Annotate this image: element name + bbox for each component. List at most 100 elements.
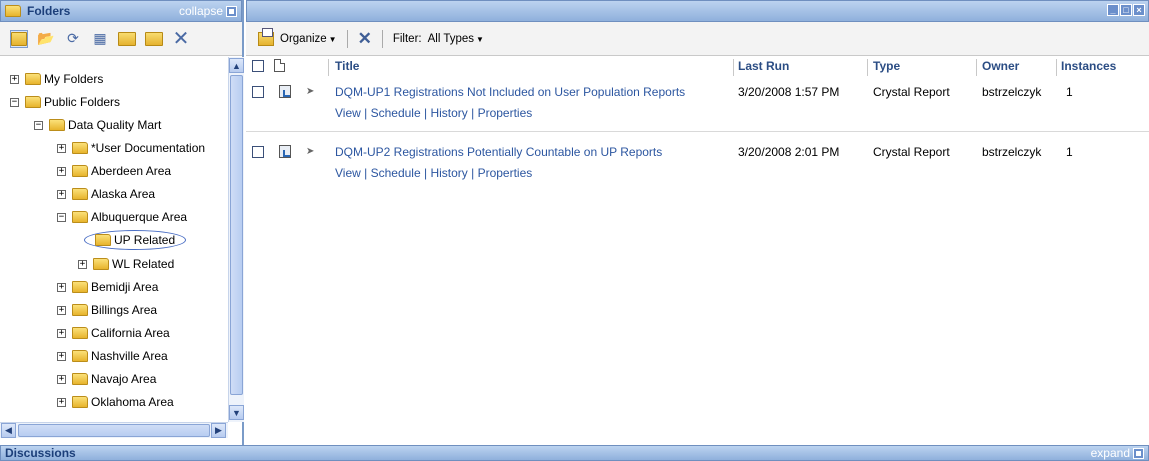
folder-icon (72, 373, 88, 385)
tree-vertical-scrollbar[interactable]: ▲ ▼ (228, 57, 244, 422)
history-link[interactable]: History (430, 166, 467, 180)
folder-icon (25, 73, 41, 85)
tree-node-alaska-area[interactable]: + Alaska Area (57, 184, 155, 204)
expand-icon[interactable]: + (57, 351, 66, 361)
collapse-node-icon[interactable]: − (34, 120, 43, 130)
expand-icon[interactable]: + (57, 374, 66, 384)
column-instances[interactable]: Instances (1061, 59, 1116, 73)
column-type[interactable]: Type (873, 59, 900, 73)
properties-link[interactable]: Properties (478, 166, 533, 180)
schedule-link[interactable]: Schedule (371, 106, 421, 120)
filter-dropdown[interactable]: All Types ▼ (428, 33, 484, 45)
expand-arrow-icon[interactable]: ➤ (306, 146, 314, 157)
organize-menu[interactable]: Organize ▼ (280, 33, 337, 45)
scroll-down-icon[interactable]: ▼ (229, 405, 244, 420)
folder-icon (95, 234, 111, 246)
collapse-icon (226, 5, 237, 17)
chevron-down-icon: ▼ (476, 34, 484, 44)
table-row: ➤ DQM-UP2 Registrations Potentially Coun… (246, 144, 1149, 184)
report-title-link[interactable]: DQM-UP2 Registrations Potentially Counta… (335, 145, 662, 159)
tree-node-wl-related[interactable]: + WL Related (78, 254, 174, 274)
move-folder-icon[interactable] (118, 30, 136, 48)
tree-node-california-area[interactable]: + California Area (57, 323, 170, 343)
crystal-report-icon (279, 145, 291, 158)
row-divider (246, 131, 1149, 132)
scroll-left-icon[interactable]: ◀ (1, 423, 16, 438)
folder-icon (72, 350, 88, 362)
scroll-thumb[interactable] (18, 424, 210, 437)
column-owner[interactable]: Owner (982, 59, 1019, 73)
folders-toolbar: 📂 ⟳ ▦ ✕ (0, 22, 242, 56)
crystal-report-icon (279, 85, 291, 98)
tree-node-my-folders[interactable]: + My Folders (10, 69, 103, 89)
collapse-node-icon[interactable]: − (10, 97, 19, 107)
properties-link[interactable]: Properties (478, 106, 533, 120)
expand-icon[interactable]: + (57, 328, 66, 338)
tree-node-navajo-area[interactable]: + Navajo Area (57, 369, 156, 389)
refresh-icon[interactable]: ⟳ (64, 30, 82, 48)
expand-icon[interactable]: + (57, 305, 66, 315)
scroll-thumb[interactable] (230, 75, 243, 395)
document-list-panel: _ □ × Organize ▼ ✕ Filter: All Types ▼ Tit… (246, 0, 1149, 445)
tree-node-billings-area[interactable]: + Billings Area (57, 300, 157, 320)
view-link[interactable]: View (335, 106, 361, 120)
folder-icon (72, 281, 88, 293)
filter-label: Filter: (392, 32, 422, 45)
restore-icon[interactable]: □ (1120, 4, 1132, 16)
row-actions: View | Schedule | History | Properties (335, 166, 533, 180)
expand-icon[interactable]: + (57, 166, 66, 176)
tree-node-up-related[interactable]: UP Related (84, 230, 187, 250)
column-title[interactable]: Title (335, 59, 359, 73)
delete-button[interactable]: ✕ (358, 29, 372, 49)
tree-node-data-quality-mart[interactable]: − Data Quality Mart (34, 115, 161, 135)
expand-arrow-icon[interactable]: ➤ (306, 86, 314, 97)
folder-icon (93, 258, 109, 270)
expand-icon[interactable]: + (57, 189, 66, 199)
open-folder-icon[interactable]: 📂 (37, 30, 55, 48)
tree-node-user-documentation[interactable]: + *User Documentation (57, 138, 205, 158)
tree-node-albuquerque-area[interactable]: − Albuquerque Area (57, 207, 187, 227)
folder-icon (5, 5, 21, 17)
expand-icon[interactable]: + (57, 143, 66, 153)
folder-icon (72, 211, 88, 223)
folders-panel: Folders collapse 📂 ⟳ ▦ ✕ + My Folders − … (0, 0, 244, 445)
view-link[interactable]: View (335, 166, 361, 180)
toolbar-divider (346, 29, 348, 48)
column-last-run[interactable]: Last Run (738, 59, 789, 73)
expand-icon[interactable]: + (10, 74, 19, 84)
report-title-link[interactable]: DQM-UP1 Registrations Not Included on Us… (335, 85, 685, 99)
scroll-right-icon[interactable]: ▶ (211, 423, 226, 438)
tree-node-bemidji-area[interactable]: + Bemidji Area (57, 277, 158, 297)
expand-icon[interactable]: + (57, 282, 66, 292)
instances-count: 1 (1066, 145, 1073, 159)
folder-icon (49, 119, 65, 131)
close-icon[interactable]: × (1133, 4, 1145, 16)
tree-horizontal-scrollbar[interactable]: ◀ ▶ (0, 422, 228, 438)
row-checkbox[interactable] (252, 146, 264, 158)
tree-node-public-folders[interactable]: − Public Folders (10, 92, 120, 112)
report-type: Crystal Report (873, 145, 950, 159)
folder-icon (25, 96, 41, 108)
row-checkbox[interactable] (252, 86, 264, 98)
minimize-icon[interactable]: _ (1107, 4, 1119, 16)
expand-icon[interactable]: + (57, 397, 66, 407)
scroll-up-icon[interactable]: ▲ (229, 58, 244, 73)
expand-button[interactable]: expand (1091, 446, 1144, 460)
collapse-button[interactable]: collapse (179, 4, 237, 18)
expand-icon[interactable]: + (78, 259, 87, 269)
delete-icon[interactable]: ✕ (172, 28, 190, 50)
folders-title: Folders (27, 4, 71, 18)
folder-view-button[interactable] (10, 29, 28, 48)
tree-node-nashville-area[interactable]: + Nashville Area (57, 346, 168, 366)
discussions-bar: Discussions expand (0, 445, 1149, 461)
folder-icon (72, 396, 88, 408)
tree-node-oklahoma-area[interactable]: + Oklahoma Area (57, 392, 174, 412)
tree-node-aberdeen-area[interactable]: + Aberdeen Area (57, 161, 171, 181)
select-all-checkbox[interactable] (252, 60, 264, 72)
new-folder-icon[interactable] (145, 30, 163, 48)
folder-icon (72, 142, 88, 154)
collapse-node-icon[interactable]: − (57, 212, 66, 222)
categories-icon[interactable]: ▦ (91, 30, 109, 48)
schedule-link[interactable]: Schedule (371, 166, 421, 180)
history-link[interactable]: History (430, 106, 467, 120)
